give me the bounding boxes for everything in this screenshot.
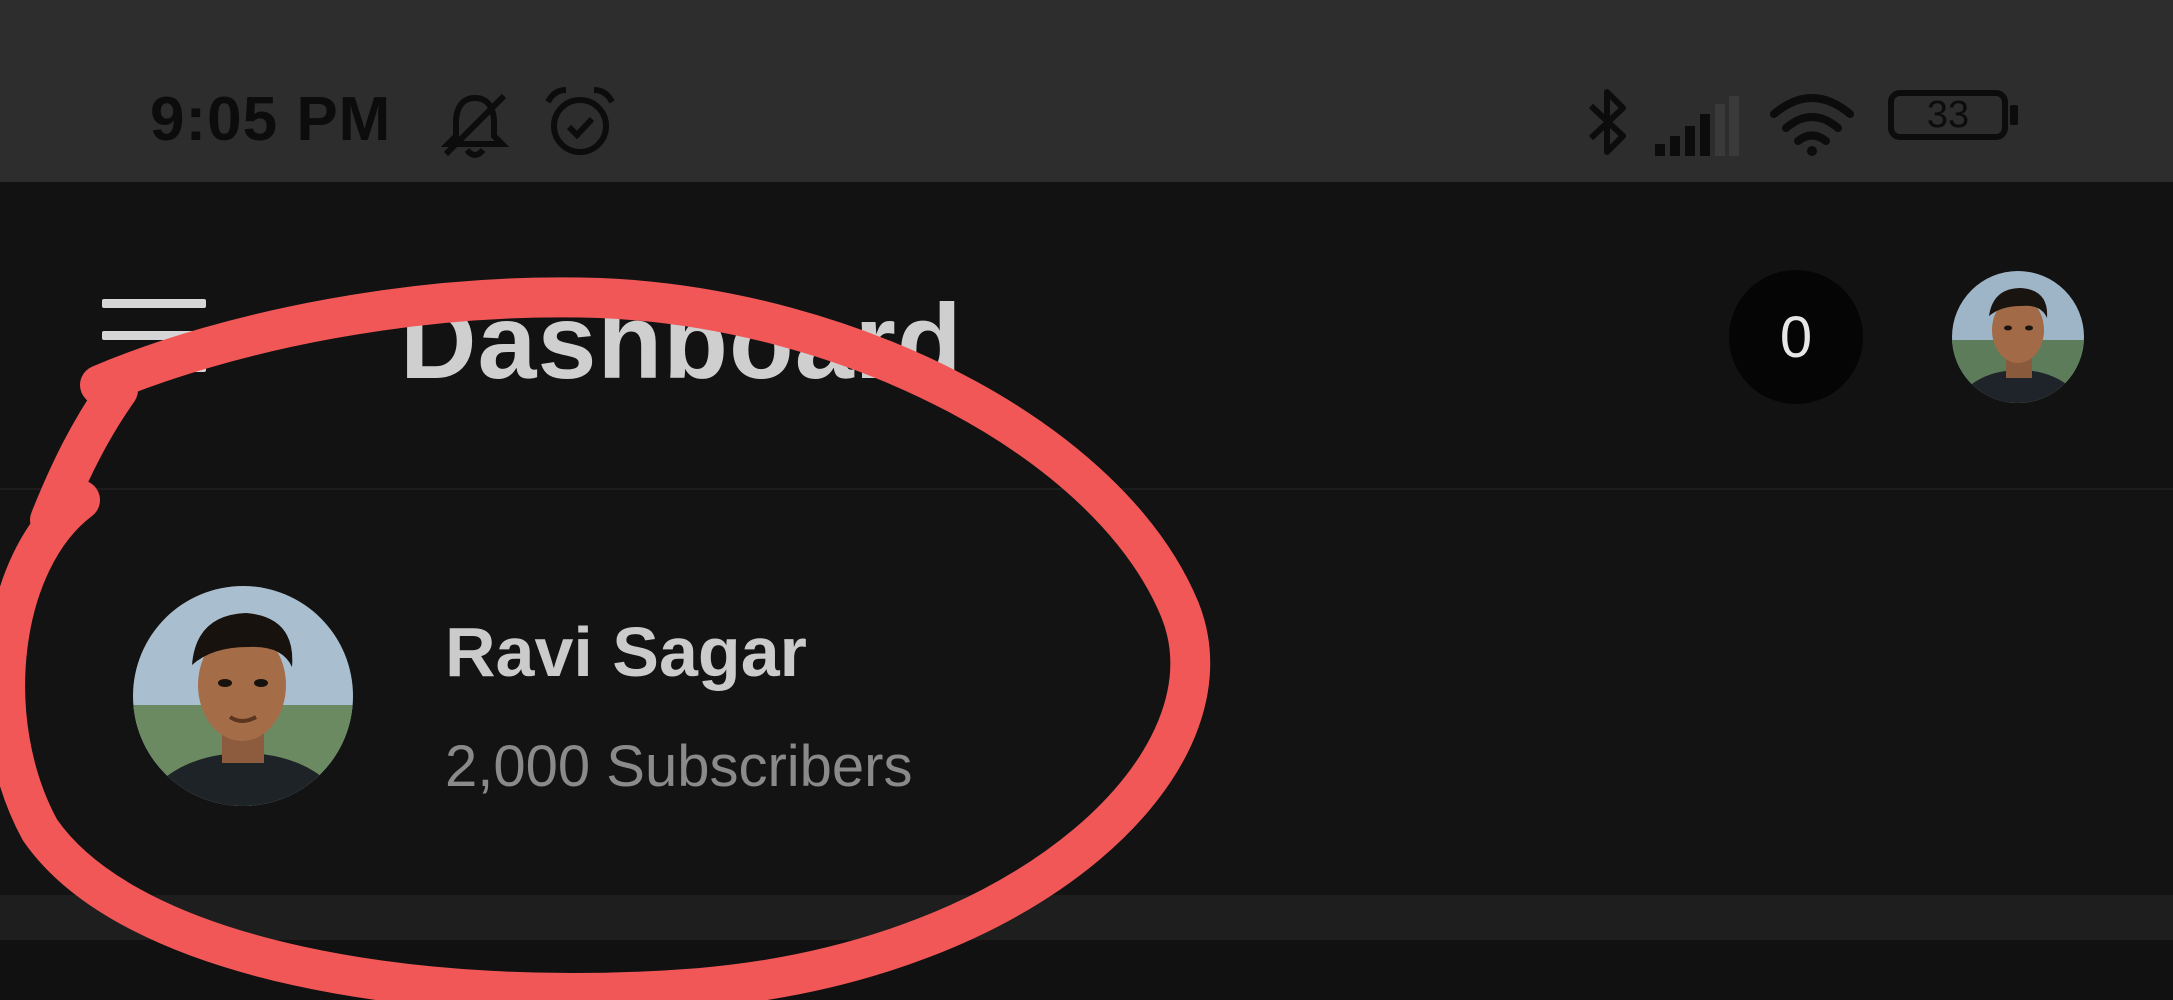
channel-name: Ravi Sagar: [445, 613, 807, 691]
wifi-icon: [1770, 94, 1854, 156]
hamburger-menu-icon[interactable]: [100, 295, 210, 375]
status-bar: 9:05 PM 33: [0, 0, 2173, 182]
battery-icon: 33: [1888, 90, 2022, 146]
dnd-bell-off-icon: [440, 93, 510, 158]
channel-subscriber-count: 2,000 Subscribers: [445, 734, 913, 799]
content-area: [0, 940, 2173, 1000]
page-title: Dashboard: [400, 283, 963, 401]
channel-avatar[interactable]: [132, 585, 354, 807]
battery-level: 33: [1926, 93, 1970, 136]
bluetooth-icon: [1588, 89, 1626, 155]
notification-count-badge[interactable]: 0: [1729, 270, 1863, 404]
status-time: 9:05 PM: [150, 85, 392, 154]
profile-avatar-icon[interactable]: [1951, 270, 2085, 404]
section-separator: [0, 895, 2173, 940]
signal-icon: [1655, 96, 1739, 156]
alarm-icon: [545, 87, 615, 155]
